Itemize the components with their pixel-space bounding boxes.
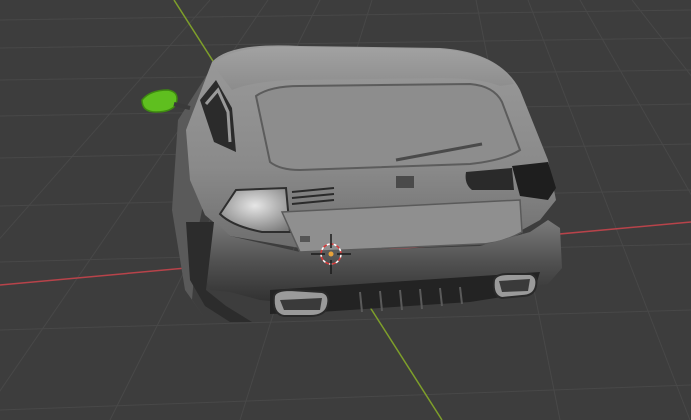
3d-viewport[interactable]: [0, 0, 691, 420]
car-plate-light: [300, 236, 310, 242]
car-side-mirror-arm: [173, 102, 191, 110]
car-side-mirror[interactable]: [141, 89, 178, 113]
car-model[interactable]: [141, 45, 562, 322]
car-rear-window[interactable]: [254, 82, 522, 172]
car-right-exhaust-inner: [499, 279, 530, 292]
viewport-scene[interactable]: [0, 0, 691, 420]
car-badge: [396, 176, 414, 188]
car-left-exhaust-inner: [280, 298, 322, 310]
